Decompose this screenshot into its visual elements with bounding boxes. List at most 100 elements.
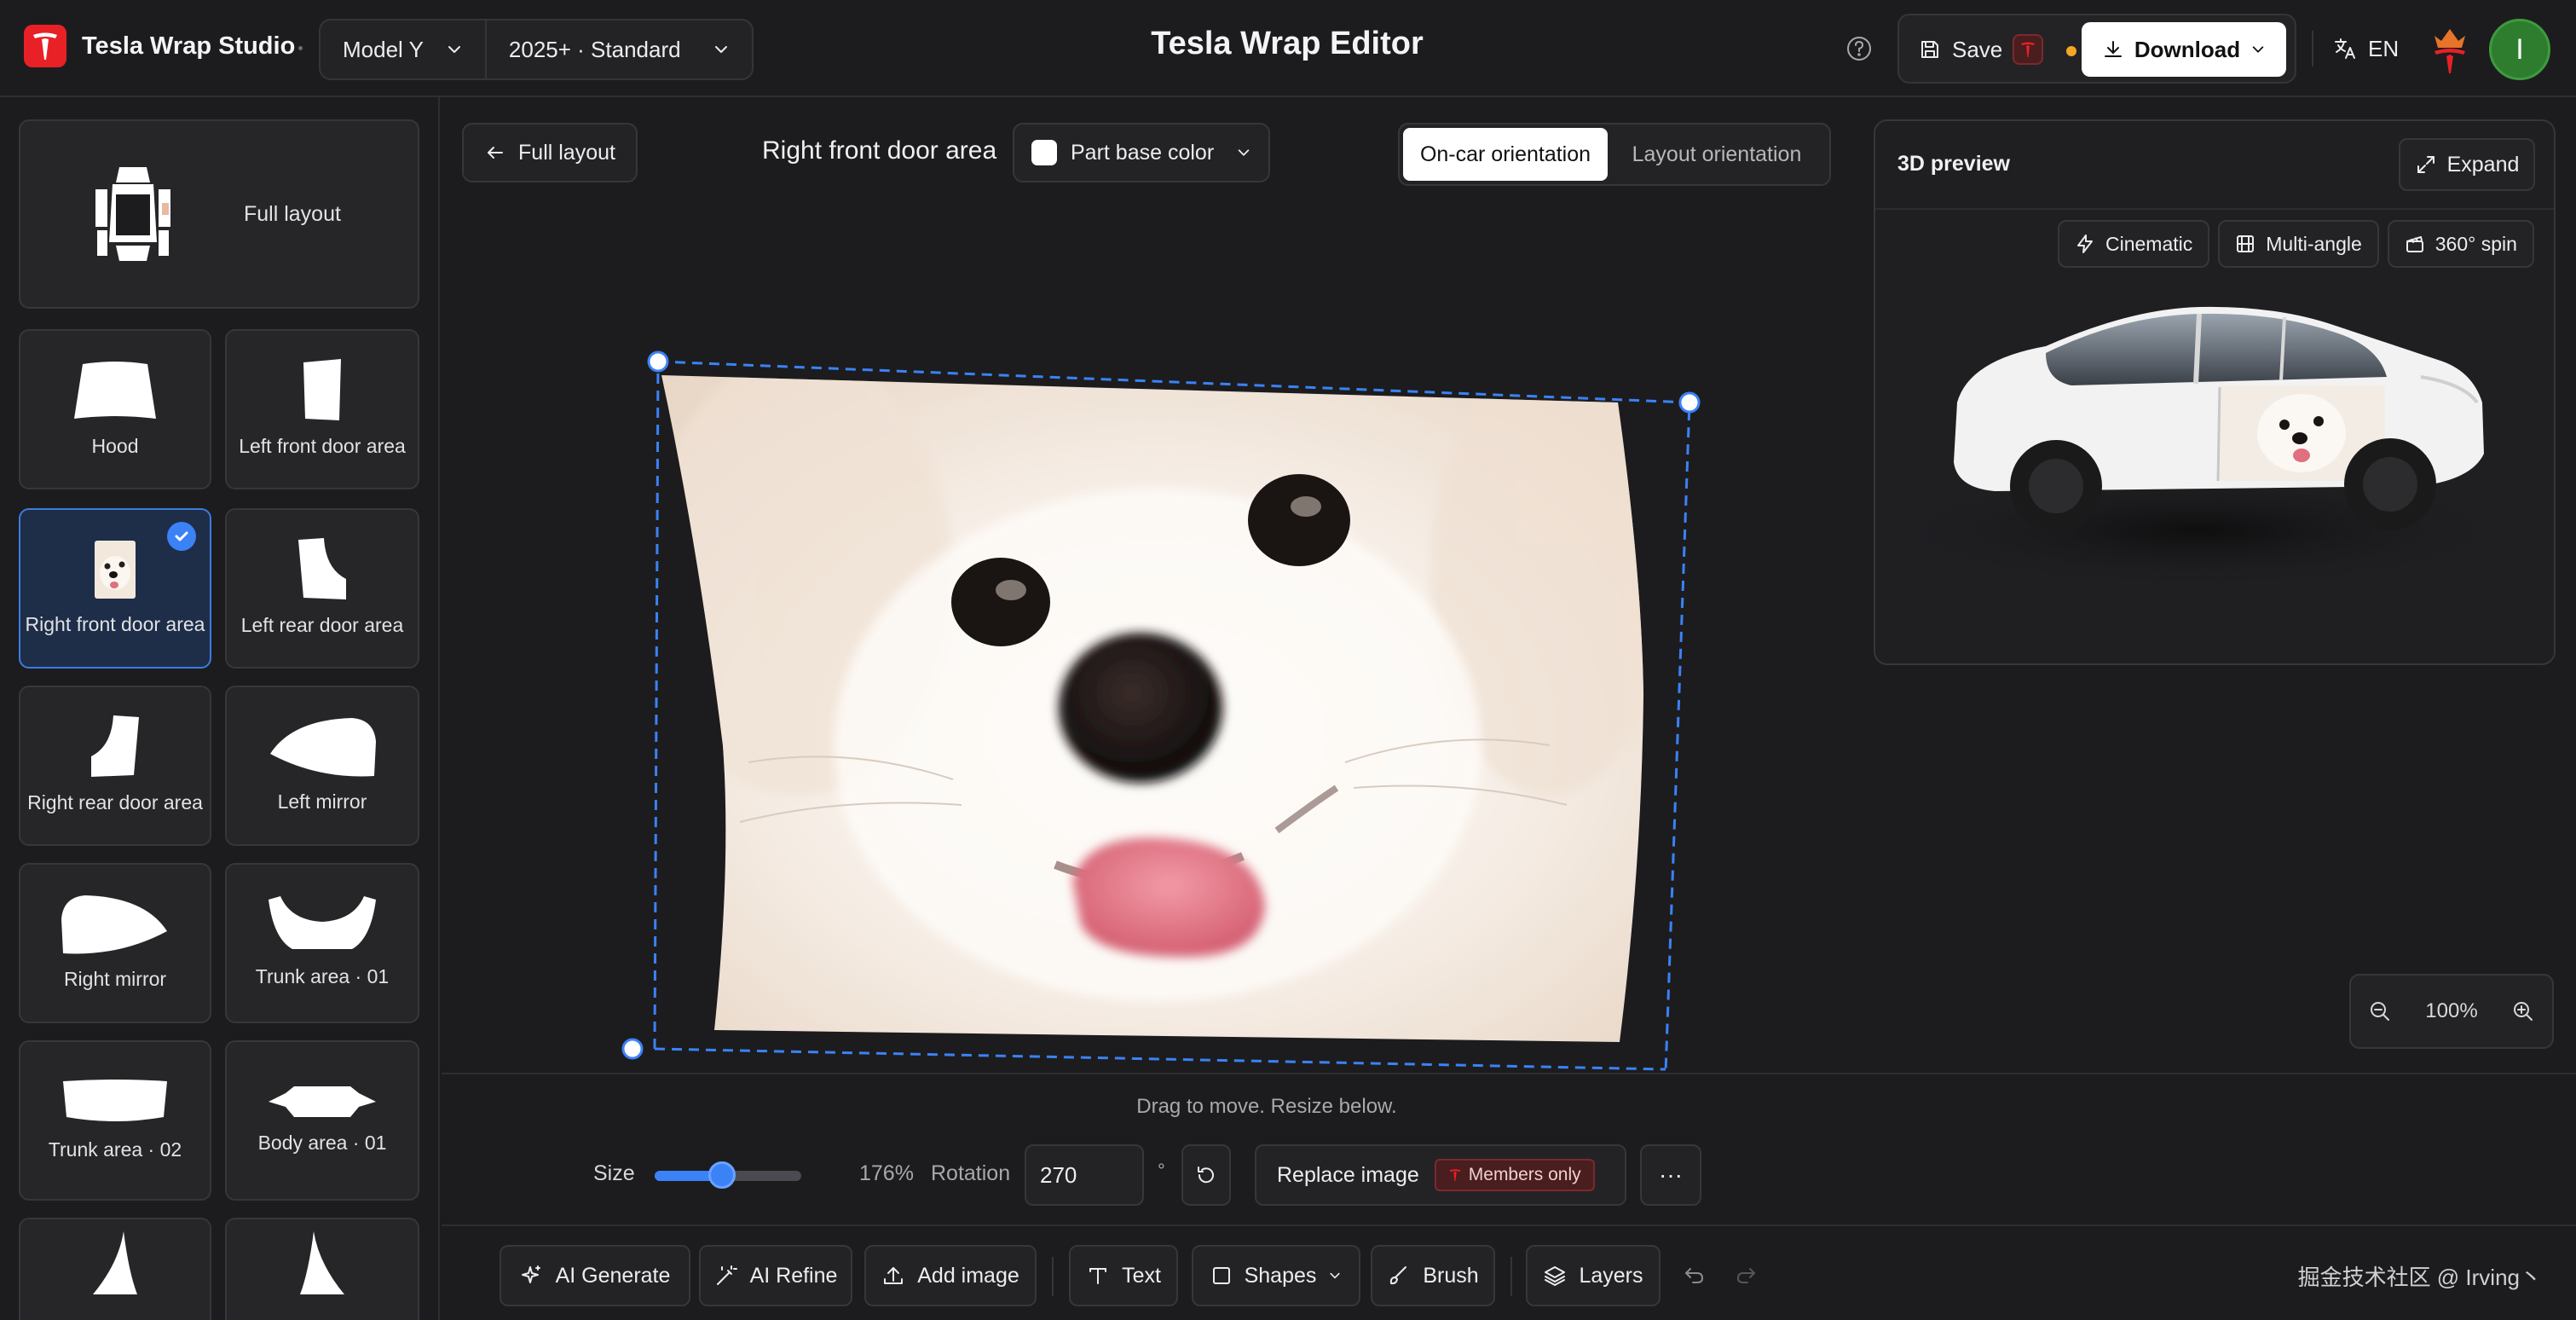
magic-wand-icon	[716, 1265, 737, 1285]
download-label: Download	[2134, 36, 2241, 62]
divider	[2312, 31, 2313, 67]
more-options-button[interactable]: ···	[1640, 1144, 1701, 1206]
part-right-front-door[interactable]: Right front door area	[19, 508, 211, 669]
variant-dropdown[interactable]: 2025+ · Standard	[484, 20, 752, 78]
spin-360-button[interactable]: 360° spin	[2387, 220, 2534, 268]
replace-image-button[interactable]: Replace image Members only	[1255, 1144, 1626, 1206]
part-body-01[interactable]: Body area · 01	[225, 1040, 419, 1201]
resize-handle[interactable]	[647, 350, 669, 373]
tool-label: Text	[1122, 1263, 1161, 1288]
part-label: Left mirror	[277, 790, 367, 813]
resize-handle[interactable]	[1678, 391, 1701, 414]
undo-icon[interactable]	[1678, 1259, 1712, 1293]
part-body-03[interactable]	[225, 1218, 419, 1320]
tesla-logo-icon	[24, 25, 66, 67]
slider-thumb[interactable]	[708, 1161, 736, 1189]
multi-angle-button[interactable]: Multi-angle	[2218, 220, 2379, 268]
redo-icon[interactable]	[1729, 1259, 1763, 1293]
transform-bar: Drag to move. Resize below. Size 176% Ro…	[442, 1073, 2576, 1224]
download-button[interactable]: Download	[2082, 22, 2286, 77]
translate-icon	[2335, 38, 2355, 59]
tool-label: Brush	[1423, 1263, 1479, 1288]
rotation-input[interactable]	[1025, 1144, 1144, 1206]
expand-button[interactable]: Expand	[2399, 138, 2535, 191]
brand[interactable]: Tesla Wrap Studio	[24, 22, 295, 70]
text-tool-button[interactable]: Text	[1069, 1245, 1178, 1306]
rotate-ccw-icon	[1198, 1167, 1214, 1184]
trunk-shape-icon	[269, 896, 376, 949]
model-dropdown[interactable]: Model Y	[321, 20, 485, 78]
tesla-logo-icon	[1449, 1169, 1461, 1182]
mirror-shape-icon	[270, 718, 376, 777]
part-label: Trunk area · 02	[48, 1138, 182, 1161]
ai-generate-button[interactable]: AI Generate	[500, 1245, 690, 1306]
door-shape-icon	[303, 359, 341, 420]
part-trunk-02[interactable]: Trunk area · 02	[19, 1040, 211, 1201]
separator-dot	[298, 46, 303, 50]
watermark-text: 掘金技术社区 @ Irving丶	[2297, 1265, 2542, 1290]
zoom-level: 100%	[2425, 999, 2478, 1022]
car-3d-preview[interactable]	[1875, 275, 2556, 665]
add-image-button[interactable]: Add image	[864, 1245, 1037, 1306]
wrap-image-layer[interactable]	[442, 97, 1874, 1073]
drag-hint: Drag to move. Resize below.	[1136, 1095, 1397, 1118]
size-label: Size	[593, 1161, 635, 1185]
app: Tesla Wrap Studio Model Y 2025+ · Standa…	[0, 0, 2576, 1320]
divider	[1052, 1257, 1054, 1296]
membership-crown-icon[interactable]	[2429, 24, 2470, 75]
tool-label: Layers	[1579, 1263, 1643, 1288]
clapperboard-icon	[2406, 236, 2423, 252]
part-label: Body area · 01	[257, 1132, 387, 1154]
variant-value: 2025+ · Standard	[508, 36, 681, 62]
more-icon: ···	[1659, 1161, 1683, 1188]
part-left-front-door[interactable]: Left front door area	[225, 329, 419, 489]
rotation-label: Rotation	[931, 1161, 1011, 1185]
part-label: Right mirror	[63, 968, 167, 990]
preview-title: 3D preview	[1897, 152, 2011, 176]
top-bar: Tesla Wrap Studio Model Y 2025+ · Standa…	[0, 0, 2576, 97]
brush-tool-button[interactable]: Brush	[1371, 1245, 1495, 1306]
part-label: Hood	[91, 435, 139, 457]
shapes-dropdown[interactable]: Shapes	[1192, 1245, 1360, 1306]
cinematic-button[interactable]: Cinematic	[2058, 220, 2210, 268]
part-left-rear-door[interactable]: Left rear door area	[225, 508, 419, 669]
part-label: Full layout	[244, 202, 341, 226]
size-slider[interactable]	[655, 1161, 801, 1189]
dog-thumbnail-icon	[95, 541, 136, 599]
part-label: Right rear door area	[27, 791, 203, 813]
part-hood[interactable]: Hood	[19, 329, 211, 489]
zoom-out-icon[interactable]	[2368, 999, 2392, 1023]
action-label: Cinematic	[2105, 232, 2193, 255]
chevron-down-icon	[2252, 46, 2264, 53]
expand-icon	[2417, 156, 2434, 173]
zoom-in-icon[interactable]	[2511, 999, 2535, 1023]
language-label: EN	[2368, 35, 2400, 61]
mirror-shape-icon	[61, 895, 167, 954]
part-full-layout[interactable]: Full layout	[19, 119, 419, 309]
sparkles-icon	[521, 1265, 540, 1283]
members-label: Members only	[1468, 1165, 1581, 1184]
part-trunk-01[interactable]: Trunk area · 01	[225, 863, 419, 1023]
reset-rotation-button[interactable]	[1181, 1144, 1231, 1206]
part-left-mirror[interactable]: Left mirror	[225, 686, 419, 846]
part-label: Left rear door area	[240, 614, 404, 636]
chevron-down-icon	[448, 46, 460, 53]
model-value: Model Y	[343, 36, 424, 62]
tools-bar: AI Generate AI Refine Add image Text Sha…	[442, 1224, 2576, 1320]
part-right-mirror[interactable]: Right mirror	[19, 863, 211, 1023]
resize-handle[interactable]	[621, 1038, 644, 1060]
action-label: 360° spin	[2434, 232, 2517, 255]
save-button[interactable]: Save	[1918, 26, 2044, 73]
tool-label: Shapes	[1244, 1263, 1317, 1288]
tool-label: Add image	[917, 1263, 1019, 1288]
avatar[interactable]: I	[2489, 19, 2550, 80]
language-switcher[interactable]: EN	[2332, 31, 2399, 67]
part-body-02[interactable]	[19, 1218, 211, 1320]
save-download-group: Save Download	[1897, 14, 2296, 84]
help-icon[interactable]	[1845, 34, 1874, 63]
ai-refine-button[interactable]: AI Refine	[699, 1245, 852, 1306]
layers-button[interactable]: Layers	[1526, 1245, 1661, 1306]
part-label: Left front door area	[239, 435, 406, 457]
part-right-rear-door[interactable]: Right rear door area	[19, 686, 211, 846]
parts-sidebar: Full layout Hood Left front door area Ri…	[0, 97, 440, 1320]
